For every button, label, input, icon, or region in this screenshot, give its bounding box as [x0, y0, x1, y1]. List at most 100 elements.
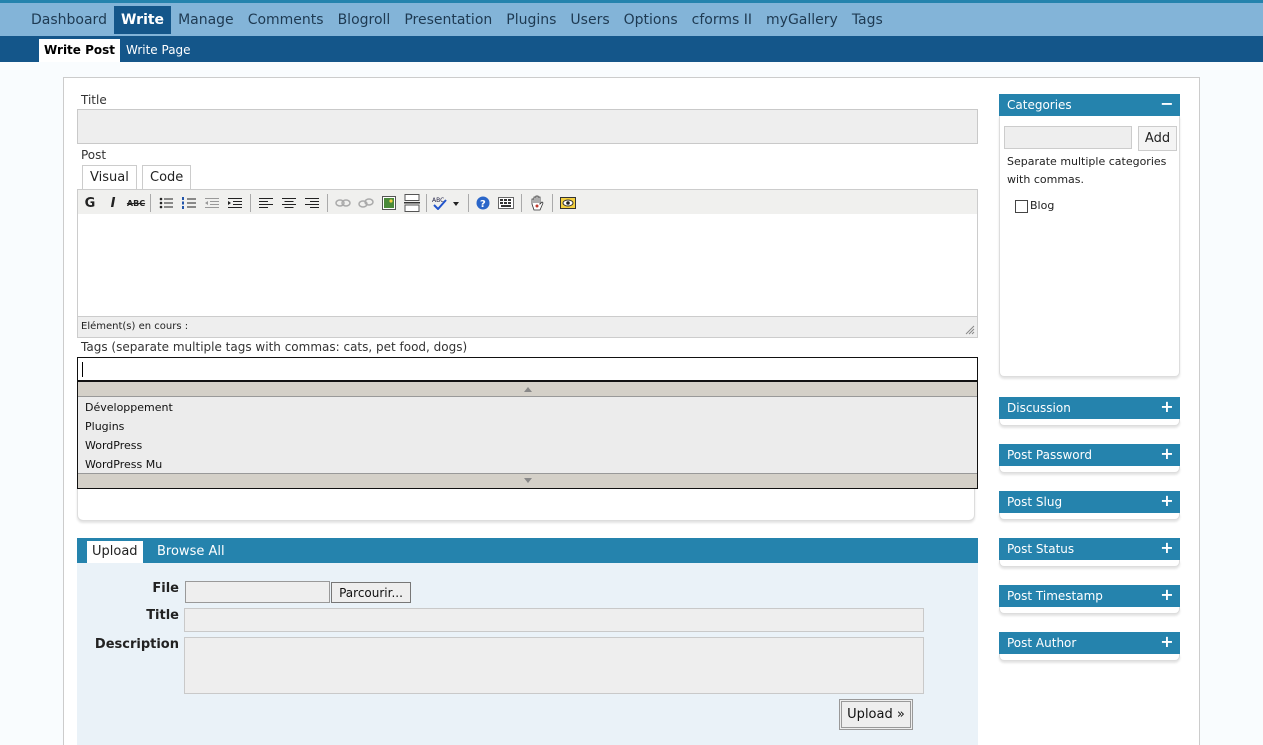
arrow-down-icon	[523, 478, 532, 483]
image-icon[interactable]	[380, 194, 398, 212]
collapse-icon[interactable]: −	[1159, 96, 1175, 112]
post-author-title: Post Author	[1007, 636, 1077, 650]
nav-item-options[interactable]: Options	[617, 6, 685, 34]
element-path-text: Elément(s) en cours :	[81, 321, 189, 332]
post-slug-box: Post Slug +	[999, 491, 1180, 520]
nav-item-presentation[interactable]: Presentation	[397, 6, 499, 34]
nav-item-plugins[interactable]: Plugins	[499, 6, 563, 34]
kitchen-sink-icon[interactable]	[497, 194, 515, 212]
upload-description-label: Description	[94, 637, 179, 652]
submenu-bar: Write Post Write Page	[0, 36, 1263, 62]
upload-submit-button[interactable]: Upload »	[839, 699, 913, 730]
outdent-icon[interactable]	[203, 194, 221, 212]
post-status-box: Post Status +	[999, 538, 1180, 567]
preview-eye-icon[interactable]	[559, 194, 577, 212]
bullet-list-icon[interactable]	[157, 194, 175, 212]
indent-icon[interactable]	[226, 194, 244, 212]
expand-icon[interactable]: +	[1159, 540, 1175, 556]
discussion-box: Discussion +	[999, 397, 1180, 426]
nav-item-manage[interactable]: Manage	[171, 6, 241, 34]
expand-icon[interactable]: +	[1159, 634, 1175, 650]
resize-grip-icon[interactable]	[965, 325, 975, 335]
title-input[interactable]	[77, 109, 978, 144]
nav-item-blogroll[interactable]: Blogroll	[331, 6, 398, 34]
expand-icon[interactable]: +	[1159, 587, 1175, 603]
unlink-icon[interactable]	[357, 194, 375, 212]
tag-suggestion-item[interactable]: Plugins	[85, 420, 124, 433]
nav-item-cforms[interactable]: cforms II	[685, 6, 759, 34]
tab-visual[interactable]: Visual	[82, 165, 137, 190]
post-author-box: Post Author +	[999, 632, 1180, 661]
scroll-down-button[interactable]	[78, 473, 977, 488]
upload-description-input[interactable]	[184, 637, 924, 694]
editor-status-bar: Elément(s) en cours :	[77, 316, 978, 338]
main-nav: Dashboard Write Manage Comments Blogroll…	[24, 6, 890, 34]
align-center-icon[interactable]	[280, 194, 298, 212]
upload-title-input[interactable]	[184, 608, 924, 632]
expand-icon[interactable]: +	[1159, 399, 1175, 415]
discussion-title: Discussion	[1007, 401, 1071, 415]
categories-title: Categories	[1007, 98, 1072, 112]
nav-item-comments[interactable]: Comments	[241, 6, 331, 34]
bold-button[interactable]: G	[81, 194, 99, 212]
tags-input[interactable]	[77, 357, 978, 381]
file-label: File	[152, 581, 179, 596]
strikethrough-button[interactable]: ABC	[127, 194, 145, 212]
upload-tabs: Upload Browse All	[77, 538, 978, 563]
spellcheck-icon[interactable]: ABC	[432, 194, 460, 212]
nav-item-dashboard[interactable]: Dashboard	[24, 6, 114, 34]
admin-menu-bar: Dashboard Write Manage Comments Blogroll…	[0, 0, 1263, 36]
tag-suggestion-item[interactable]: WordPress Mu	[85, 458, 162, 471]
hidden-box	[77, 486, 975, 521]
tag-suggestion-list: Développement Plugins WordPress WordPres…	[77, 381, 978, 489]
post-timestamp-box-header[interactable]: Post Timestamp +	[999, 585, 1180, 607]
post-timestamp-title: Post Timestamp	[1007, 589, 1103, 603]
help-icon[interactable]: ?	[474, 194, 492, 212]
file-input[interactable]	[185, 581, 330, 603]
new-category-input[interactable]	[1004, 126, 1132, 149]
nav-item-users[interactable]: Users	[563, 6, 616, 34]
browse-button[interactable]: Parcourir...	[331, 582, 411, 603]
title-label: Title	[81, 93, 107, 107]
subnav-write-page[interactable]: Write Page	[121, 39, 196, 62]
post-label: Post	[81, 148, 107, 162]
tab-browse-all[interactable]: Browse All	[152, 541, 230, 563]
italic-button[interactable]: I	[104, 194, 122, 212]
upload-title-label: Title	[146, 608, 179, 623]
more-break-icon[interactable]	[403, 194, 421, 212]
align-left-icon[interactable]	[257, 194, 275, 212]
categories-box: Categories − Add Separate multiple categ…	[999, 94, 1180, 377]
tags-label: Tags (separate multiple tags with commas…	[81, 340, 468, 354]
category-checkbox-blog[interactable]	[1015, 200, 1028, 213]
discussion-box-header[interactable]: Discussion +	[999, 397, 1180, 419]
nav-item-tags[interactable]: Tags	[845, 6, 890, 34]
link-icon[interactable]	[334, 194, 352, 212]
nav-item-mygallery[interactable]: myGallery	[759, 6, 845, 34]
tag-suggestion-item[interactable]: Développement	[85, 401, 173, 414]
post-password-box: Post Password +	[999, 444, 1180, 473]
post-slug-title: Post Slug	[1007, 495, 1063, 509]
expand-icon[interactable]: +	[1159, 446, 1175, 462]
post-status-box-header[interactable]: Post Status +	[999, 538, 1180, 560]
subnav-write-post[interactable]: Write Post	[39, 39, 121, 62]
expand-icon[interactable]: +	[1159, 493, 1175, 509]
numbered-list-icon[interactable]	[180, 194, 198, 212]
post-status-title: Post Status	[1007, 542, 1075, 556]
nav-item-write[interactable]: Write	[113, 6, 172, 34]
tab-upload[interactable]: Upload	[87, 541, 143, 563]
post-password-title: Post Password	[1007, 448, 1092, 462]
scroll-up-button[interactable]	[78, 382, 977, 397]
add-category-button[interactable]: Add	[1138, 126, 1177, 151]
align-right-icon[interactable]	[303, 194, 321, 212]
editor-toolbar: G I ABC ABC ?	[77, 189, 978, 215]
post-content-editor[interactable]	[77, 214, 978, 317]
hand-icon[interactable]	[528, 194, 546, 212]
categories-box-header[interactable]: Categories −	[999, 94, 1180, 116]
post-password-box-header[interactable]: Post Password +	[999, 444, 1180, 466]
tag-suggestion-item[interactable]: WordPress	[85, 439, 142, 452]
post-author-box-header[interactable]: Post Author +	[999, 632, 1180, 654]
arrow-up-icon	[523, 387, 532, 392]
category-label-blog: Blog	[1030, 199, 1055, 212]
post-slug-box-header[interactable]: Post Slug +	[999, 491, 1180, 513]
tab-code[interactable]: Code	[142, 165, 192, 190]
